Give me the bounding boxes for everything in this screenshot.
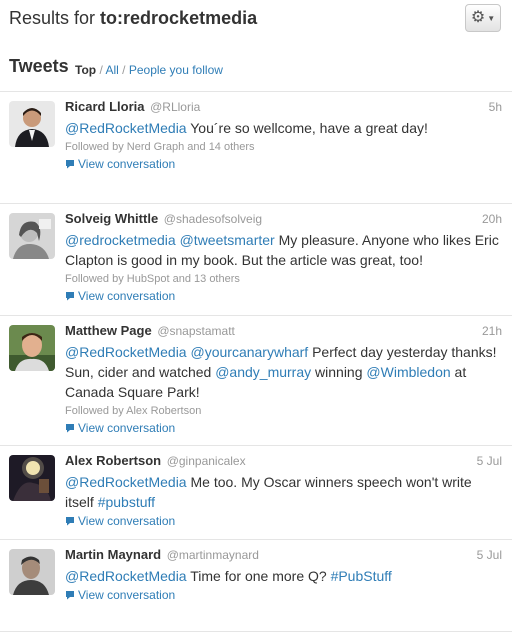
mention-link[interactable]: @andy_murray xyxy=(215,364,311,380)
followed-by-text: Followed by HubSpot and 13 others xyxy=(65,273,240,285)
tweet-filters: Top / All / People you follow xyxy=(75,63,223,77)
tweet-text-segment: You´re so wellcome, have a great day! xyxy=(186,120,428,136)
mention-link[interactable]: @RedRocketMedia xyxy=(65,568,187,584)
mention-link[interactable]: @RedRocketMedia xyxy=(65,344,187,360)
mention-link[interactable]: @redrocketmedia xyxy=(65,232,176,248)
settings-dropdown-button[interactable]: ⚙ ▼ xyxy=(465,4,501,32)
tweet-header: Martin Maynard @martinmaynard 5 Jul xyxy=(65,546,502,564)
tweet-item[interactable]: Matthew Page @snapstamatt 21h @RedRocketMe… xyxy=(0,316,512,446)
tweet-text: @redrocketmedia @tweetsmarter My pleasur… xyxy=(65,230,502,270)
mention-link[interactable]: @RedRocketMedia xyxy=(65,474,187,490)
author-name[interactable]: Martin Maynard xyxy=(65,547,161,562)
tweet-item[interactable]: Ricard Lloria @RLloria 5h @RedRocketMedia … xyxy=(0,92,512,204)
caret-down-icon: ▼ xyxy=(487,13,496,23)
mention-link[interactable]: @tweetsmarter xyxy=(180,232,275,248)
view-conversation-link[interactable]: View conversation xyxy=(65,513,502,531)
author-name[interactable]: Alex Robertson xyxy=(65,453,161,468)
view-conversation-label: View conversation xyxy=(78,514,176,528)
author-handle[interactable]: @ginpanicalex xyxy=(167,454,246,468)
mention-link[interactable]: @Wimbledon xyxy=(366,364,450,380)
filter-top[interactable]: Top xyxy=(75,63,96,77)
tweet-content: Martin Maynard @martinmaynard 5 Jul @RedRo… xyxy=(65,546,502,605)
tweet-header: Solveig Whittle @shadesofsolveig 20h xyxy=(65,210,502,228)
tweet-header: Ricard Lloria @RLloria 5h xyxy=(65,98,502,116)
filter-separator: / xyxy=(99,63,103,77)
author-name[interactable]: Solveig Whittle xyxy=(65,211,158,226)
author-handle[interactable]: @RLloria xyxy=(150,100,200,114)
filter-separator: / xyxy=(122,63,126,77)
author-handle[interactable]: @snapstamatt xyxy=(157,324,235,338)
tweet-timestamp[interactable]: 5h xyxy=(489,98,502,116)
tweet-content: Alex Robertson @ginpanicalex 5 Jul @RedRoc… xyxy=(65,452,502,531)
avatar[interactable] xyxy=(9,213,55,259)
speech-bubble-icon xyxy=(65,514,75,531)
tweet-header: Matthew Page @snapstamatt 21h xyxy=(65,322,502,340)
tweet-content: Matthew Page @snapstamatt 21h @RedRocketMe… xyxy=(65,322,502,438)
results-title: Results for to:redrocketmedia xyxy=(9,8,257,29)
tweets-title: Tweets xyxy=(9,56,69,76)
tweet-item[interactable]: Solveig Whittle @shadesofsolveig 20h @redr… xyxy=(0,204,512,316)
filter-all[interactable]: All xyxy=(105,63,118,77)
author-name[interactable]: Matthew Page xyxy=(65,323,152,338)
followed-by-text: Followed by Alex Robertson xyxy=(65,405,202,417)
author-handle[interactable]: @shadesofsolveig xyxy=(164,212,262,226)
view-conversation-link[interactable]: View conversation xyxy=(65,156,502,174)
tweet-text: @RedRocketMedia Time for one more Q? #Pu… xyxy=(65,566,502,586)
tweet-text-segment: winning xyxy=(311,364,367,380)
filter-people-you-follow[interactable]: People you follow xyxy=(129,63,223,77)
mention-link[interactable]: @yourcanarywharf xyxy=(191,344,309,360)
tweet-text: @RedRocketMedia @yourcanarywharf Perfect… xyxy=(65,342,502,402)
tweet-item[interactable]: Martin Maynard @martinmaynard 5 Jul @RedRo… xyxy=(0,540,512,632)
tweet-item[interactable]: Alex Robertson @ginpanicalex 5 Jul @RedRoc… xyxy=(0,446,512,540)
view-conversation-link[interactable]: View conversation xyxy=(65,587,502,605)
view-conversation-link[interactable]: View conversation xyxy=(65,420,502,438)
hashtag-link[interactable]: #pubstuff xyxy=(98,494,155,510)
avatar[interactable] xyxy=(9,455,55,501)
tweet-header: Alex Robertson @ginpanicalex 5 Jul xyxy=(65,452,502,470)
author-handle[interactable]: @martinmaynard xyxy=(167,548,259,562)
speech-bubble-icon xyxy=(65,588,75,605)
view-conversation-label: View conversation xyxy=(78,588,176,602)
tweet-timestamp[interactable]: 5 Jul xyxy=(477,452,502,470)
avatar[interactable] xyxy=(9,101,55,147)
search-header: Results for to:redrocketmedia ⚙ ▼ xyxy=(0,0,512,40)
view-conversation-label: View conversation xyxy=(78,289,176,303)
tweet-timestamp[interactable]: 20h xyxy=(482,210,502,228)
tweet-content: Ricard Lloria @RLloria 5h @RedRocketMedia … xyxy=(65,98,502,174)
view-conversation-label: View conversation xyxy=(78,157,176,171)
mention-link[interactable]: @RedRocketMedia xyxy=(65,120,187,136)
avatar[interactable] xyxy=(9,549,55,595)
tweet-text: @RedRocketMedia Me too. My Oscar winners… xyxy=(65,472,502,512)
tweets-section-header: Tweets Top / All / People you follow xyxy=(0,40,512,92)
avatar[interactable] xyxy=(9,325,55,371)
tweet-text: @RedRocketMedia You´re so wellcome, have… xyxy=(65,118,502,138)
gear-icon: ⚙ xyxy=(470,9,486,26)
tweet-timestamp[interactable]: 21h xyxy=(482,322,502,340)
author-name[interactable]: Ricard Lloria xyxy=(65,99,144,114)
speech-bubble-icon xyxy=(65,289,75,306)
speech-bubble-icon xyxy=(65,157,75,174)
speech-bubble-icon xyxy=(65,421,75,438)
search-query: to:redrocketmedia xyxy=(100,8,258,28)
tweet-list: Ricard Lloria @RLloria 5h @RedRocketMedia … xyxy=(0,92,512,632)
hashtag-link[interactable]: #PubStuff xyxy=(331,568,392,584)
tweet-content: Solveig Whittle @shadesofsolveig 20h @redr… xyxy=(65,210,502,306)
view-conversation-label: View conversation xyxy=(78,421,176,435)
followed-by-text: Followed by Nerd Graph and 14 others xyxy=(65,141,255,153)
results-label: Results for xyxy=(9,8,96,28)
tweet-text-segment: Time for one more Q? xyxy=(186,568,331,584)
tweet-timestamp[interactable]: 5 Jul xyxy=(477,546,502,564)
view-conversation-link[interactable]: View conversation xyxy=(65,288,502,306)
